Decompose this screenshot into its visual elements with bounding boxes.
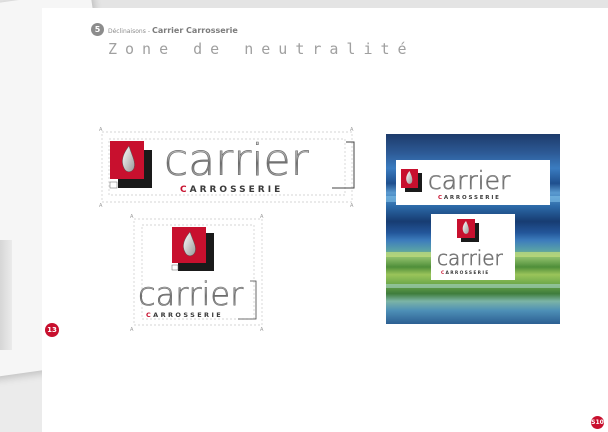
photo-streak bbox=[386, 284, 560, 288]
logo-wordmark: carrier bbox=[428, 166, 511, 195]
document-page: 13 5 Déclinaisons - Carrier Carrosserie Zo… bbox=[0, 0, 608, 432]
step-number-badge: 5 bbox=[91, 23, 104, 36]
carrier-emblem bbox=[109, 141, 152, 189]
anchor-mark: A bbox=[130, 327, 134, 333]
anchor-mark: A bbox=[350, 127, 354, 133]
carrier-emblem bbox=[457, 219, 479, 242]
logo-horizontal-neutral-zone: A A A A carrier CARROSSERIE bbox=[96, 124, 360, 209]
anchor-mark: A bbox=[99, 203, 103, 209]
logo-subline: CARROSSERIE bbox=[438, 195, 501, 201]
wordmark-frame bbox=[332, 141, 355, 189]
anchor-mark: A bbox=[130, 214, 134, 220]
logo-wordmark: carrier bbox=[138, 275, 244, 313]
logo-card-vertical: carrier CARROSSERIE bbox=[431, 214, 515, 280]
section-title: Zone de neutralité bbox=[108, 40, 415, 58]
logo-wordmark: carrier bbox=[437, 246, 504, 270]
carrier-emblem bbox=[401, 169, 422, 192]
breadcrumb: Déclinaisons - Carrier Carrosserie bbox=[108, 26, 238, 35]
page-number: S10 bbox=[591, 416, 604, 429]
back-sheet-shadow bbox=[0, 240, 12, 350]
anchor-mark: A bbox=[99, 127, 103, 133]
breadcrumb-brand: Carrier Carrosserie bbox=[152, 26, 238, 35]
logo-wordmark: carrier bbox=[164, 135, 310, 186]
carrier-emblem bbox=[171, 227, 214, 271]
back-sheet-page-number: 13 bbox=[45, 323, 59, 337]
anchor-mark: A bbox=[350, 203, 354, 209]
breadcrumb-separator: - bbox=[147, 28, 150, 35]
anchor-mark: A bbox=[260, 214, 264, 220]
logo-vertical-neutral-zone: A A A A carrier CARROSSERIE bbox=[128, 213, 268, 333]
breadcrumb-prefix: Déclinaisons bbox=[108, 28, 146, 35]
photo-background-sample: carrier CARROSSERIE carrier CARROSSERIE bbox=[386, 134, 560, 324]
logo-subline: CARROSSERIE bbox=[180, 185, 283, 195]
anchor-mark: A bbox=[260, 327, 264, 333]
logo-subline: CARROSSERIE bbox=[146, 311, 223, 319]
logo-card-horizontal: carrier CARROSSERIE bbox=[396, 160, 550, 205]
logo-subline: CARROSSERIE bbox=[441, 270, 490, 276]
